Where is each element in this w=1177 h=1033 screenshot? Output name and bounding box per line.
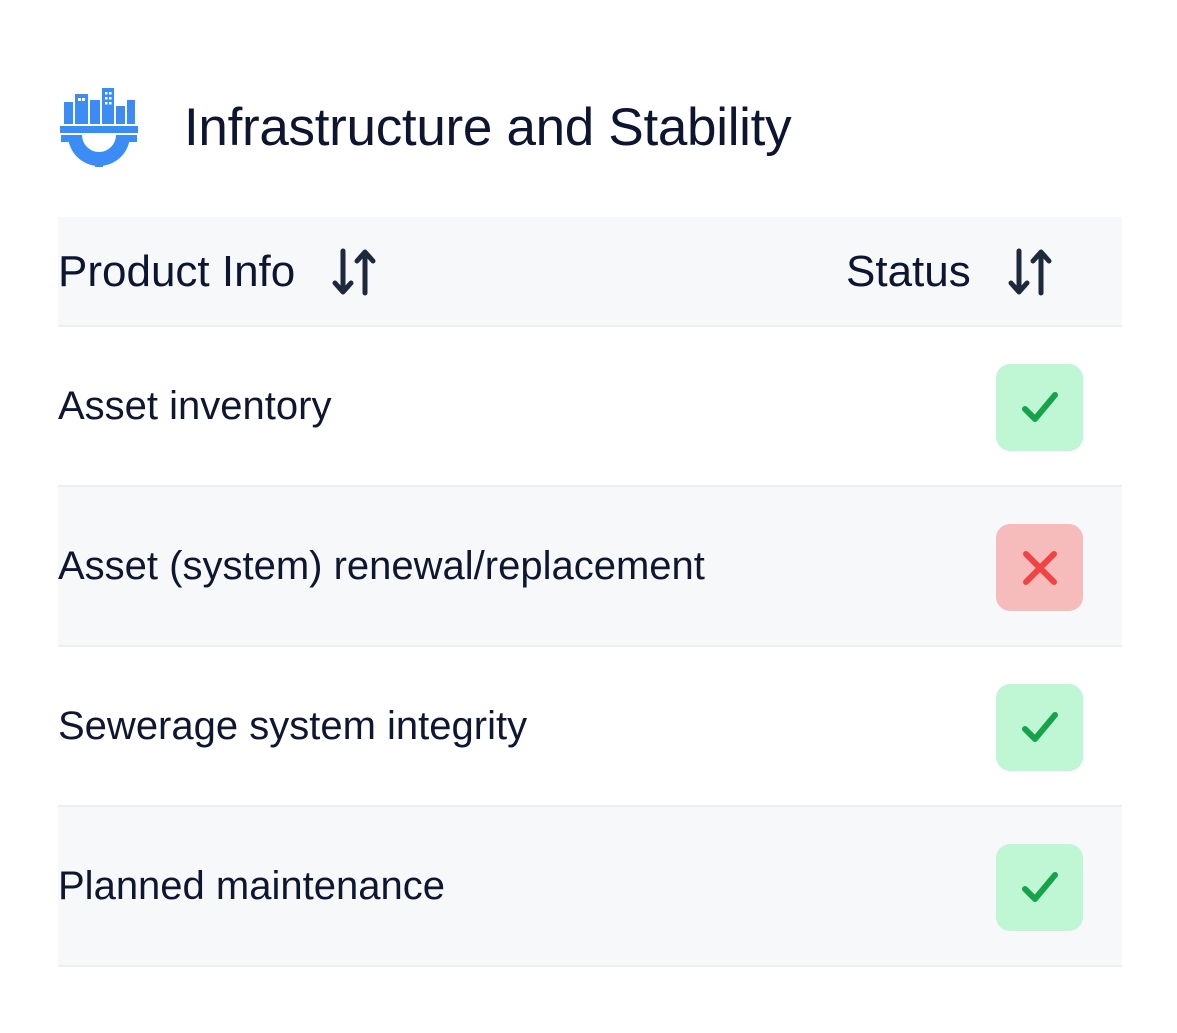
row-label: Asset (system) renewal/replacement (58, 543, 705, 588)
check-icon (1021, 711, 1058, 742)
column-header-label: Status (846, 247, 971, 296)
status-badge-pass (996, 844, 1083, 931)
row-label: Sewerage system integrity (58, 703, 528, 748)
table-row: Asset (system) renewal/replacement (58, 487, 1122, 647)
table-row: Sewerage system integrity (58, 647, 1122, 807)
row-label: Asset inventory (58, 383, 332, 428)
status-table: Product Info Status Asset inventory Asse… (58, 217, 1122, 967)
section-header: Infrastructure and Stability (58, 86, 792, 168)
column-header-label: Product Info (58, 247, 296, 296)
table-row: Asset inventory (58, 327, 1122, 487)
table-header: Product Info Status (58, 217, 1122, 327)
sort-arrows-icon[interactable] (1007, 245, 1053, 299)
status-badge-pass (996, 364, 1083, 451)
status-badge-pass (996, 684, 1083, 771)
city-gear-icon (60, 88, 138, 167)
sort-arrows-icon[interactable] (331, 245, 377, 299)
check-icon (1021, 391, 1058, 422)
column-header-product-info[interactable]: Product Info (58, 217, 377, 327)
column-header-status[interactable]: Status (846, 217, 1053, 327)
status-badge-fail (996, 524, 1083, 611)
table-row: Planned maintenance (58, 807, 1122, 967)
x-icon (1022, 550, 1057, 585)
row-label: Planned maintenance (58, 863, 445, 908)
page-title: Infrastructure and Stability (184, 97, 792, 157)
check-icon (1021, 871, 1058, 902)
